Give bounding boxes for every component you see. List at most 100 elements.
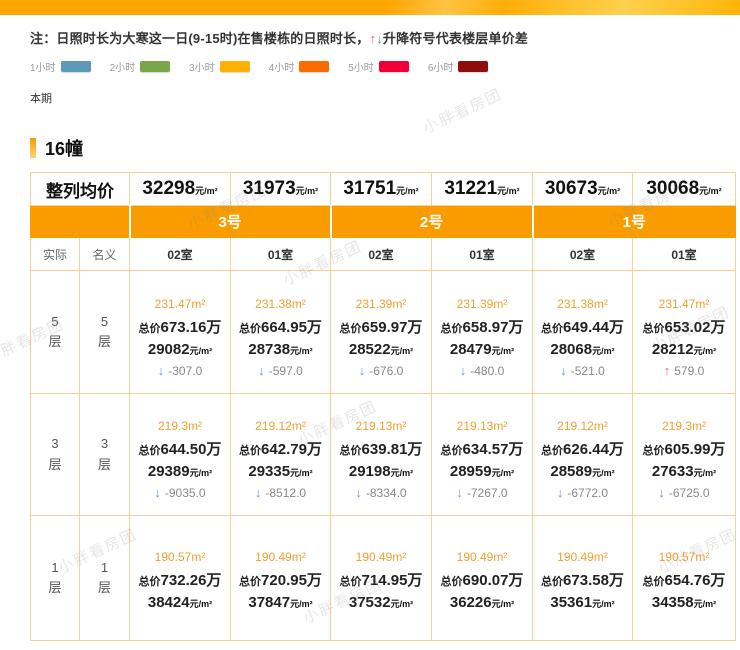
unit-price: 28738元/m² <box>232 341 329 358</box>
unit-price: 28212元/m² <box>634 341 734 358</box>
legend-swatch <box>299 61 329 72</box>
sunshine-legend: 1小时 2小时 3小时 4小时 5小时 6小时 <box>30 59 740 74</box>
area-value: 231.39m² <box>433 297 531 311</box>
column-header-row: 实际 名义 02室 01室 02室 01室 02室 01室 <box>31 238 736 271</box>
price-cell: 219.3m² 总价644.50万 29389元/m² -9035.0 <box>130 394 231 516</box>
price-delta: -7267.0 <box>433 485 531 500</box>
area-value: 219.13m² <box>332 419 430 433</box>
building-header: 1号 <box>533 206 736 238</box>
nominal-floor-cell: 3层 <box>80 394 130 516</box>
floor-row: 1层 1层 190.57m² 总价732.26万 38424元/m² 190.4… <box>31 516 736 641</box>
unit-price: 35361元/m² <box>534 594 631 611</box>
area-value: 190.57m² <box>131 550 229 564</box>
trend-arrow-icon <box>258 364 269 378</box>
total-price: 总价626.44万 <box>534 438 631 459</box>
total-price: 总价673.16万 <box>131 316 229 337</box>
area-value: 190.49m² <box>433 550 531 564</box>
legend-label: 5小时 <box>348 59 374 74</box>
legend-label: 1小时 <box>30 59 56 74</box>
price-delta: -8512.0 <box>232 485 329 500</box>
price-delta: -480.0 <box>433 363 531 378</box>
total-price: 总价658.97万 <box>433 316 531 337</box>
unit-price: 28479元/m² <box>433 341 531 358</box>
area-value: 219.12m² <box>232 419 329 433</box>
price-cell: 231.47m² 总价653.02万 28212元/m² 579.0 <box>633 271 736 394</box>
legend-item: 4小时 <box>269 59 330 74</box>
avg-price-row: 整列均价 32298元/m² 31973元/m² 31751元/m² 31221… <box>31 173 736 206</box>
legend-swatch <box>458 61 488 72</box>
price-cell: 190.49m² 总价673.58万 35361元/m² <box>533 516 633 641</box>
price-cell: 219.3m² 总价605.99万 27633元/m² -6725.0 <box>633 394 736 516</box>
area-value: 190.49m² <box>332 550 430 564</box>
price-cell: 190.57m² 总价732.26万 38424元/m² <box>130 516 231 641</box>
trend-arrow-icon <box>557 486 568 500</box>
col-header-actual: 实际 <box>31 238 80 271</box>
avg-price-cell: 31751元/m² <box>331 173 432 206</box>
actual-floor-cell: 5层 <box>31 271 80 394</box>
sunshine-note: 注：日照时长为大寒这一日(9-15时)在售楼栋的日照时长，↑↓升降符号代表楼层单… <box>30 28 740 47</box>
total-price: 总价649.44万 <box>534 316 631 337</box>
trend-arrow-icon <box>158 364 169 378</box>
price-cell: 190.49m² 总价714.95万 37532元/m² <box>331 516 432 641</box>
period-label: 本期 <box>30 90 740 106</box>
col-header-room: 02室 <box>331 238 432 271</box>
price-cell: 231.38m² 总价649.44万 28068元/m² -521.0 <box>533 271 633 394</box>
floor-row: 5层 5层 231.47m² 总价673.16万 29082元/m² -307.… <box>31 271 736 394</box>
area-value: 219.3m² <box>634 419 734 433</box>
unit-price: 29198元/m² <box>332 463 430 480</box>
building-header-spacer <box>31 206 130 238</box>
legend-swatch <box>379 61 409 72</box>
col-header-room: 01室 <box>432 238 533 271</box>
building-name: 16幢 <box>45 135 83 161</box>
price-cell: 231.47m² 总价673.16万 29082元/m² -307.0 <box>130 271 231 394</box>
avg-price-cell: 30673元/m² <box>533 173 633 206</box>
unit-price: 28589元/m² <box>534 463 631 480</box>
building-header: 3号 <box>130 206 331 238</box>
col-header-room: 02室 <box>130 238 231 271</box>
note-text-2: 升降符号代表楼层单价差 <box>383 31 528 46</box>
unit-price: 28522元/m² <box>332 341 430 358</box>
price-delta: -6772.0 <box>534 485 631 500</box>
legend-swatch <box>220 61 250 72</box>
total-price: 总价664.95万 <box>232 316 329 337</box>
top-accent-bar <box>0 0 740 15</box>
col-header-room: 01室 <box>231 238 331 271</box>
actual-floor-cell: 1层 <box>31 516 80 641</box>
note-prefix: 注： <box>30 31 56 46</box>
unit-price: 38424元/m² <box>131 594 229 611</box>
price-delta: -521.0 <box>534 363 631 378</box>
price-cell: 231.39m² 总价658.97万 28479元/m² -480.0 <box>432 271 533 394</box>
price-delta: 579.0 <box>634 363 734 378</box>
total-price: 总价690.07万 <box>433 569 531 590</box>
nominal-floor-cell: 1层 <box>80 516 130 641</box>
price-delta: -9035.0 <box>131 485 229 500</box>
total-price: 总价659.97万 <box>332 316 430 337</box>
avg-price-cell: 31221元/m² <box>432 173 533 206</box>
unit-price: 28068元/m² <box>534 341 631 358</box>
area-value: 231.39m² <box>332 297 430 311</box>
unit-price: 29389元/m² <box>131 463 229 480</box>
legend-item: 2小时 <box>110 59 171 74</box>
price-delta: -597.0 <box>232 363 329 378</box>
unit-price: 28959元/m² <box>433 463 531 480</box>
area-value: 231.38m² <box>232 297 329 311</box>
price-delta: -676.0 <box>332 363 430 378</box>
total-price: 总价642.79万 <box>232 438 329 459</box>
unit-price: 34358元/m² <box>634 594 734 611</box>
avg-price-cell: 31973元/m² <box>231 173 331 206</box>
area-value: 219.13m² <box>433 419 531 433</box>
area-value: 231.47m² <box>634 297 734 311</box>
unit-price: 29335元/m² <box>232 463 329 480</box>
section-title: 16幢 <box>30 135 740 161</box>
legend-label: 3小时 <box>189 59 215 74</box>
total-price: 总价732.26万 <box>131 569 229 590</box>
total-price: 总价639.81万 <box>332 438 430 459</box>
price-cell: 219.13m² 总价634.57万 28959元/m² -7267.0 <box>432 394 533 516</box>
area-value: 219.12m² <box>534 419 631 433</box>
total-price: 总价605.99万 <box>634 438 734 459</box>
trend-arrow-icon <box>154 486 165 500</box>
price-cell: 190.49m² 总价690.07万 36226元/m² <box>432 516 533 641</box>
title-accent-bar <box>30 138 36 158</box>
total-price: 总价673.58万 <box>534 569 631 590</box>
legend-item: 3小时 <box>189 59 250 74</box>
